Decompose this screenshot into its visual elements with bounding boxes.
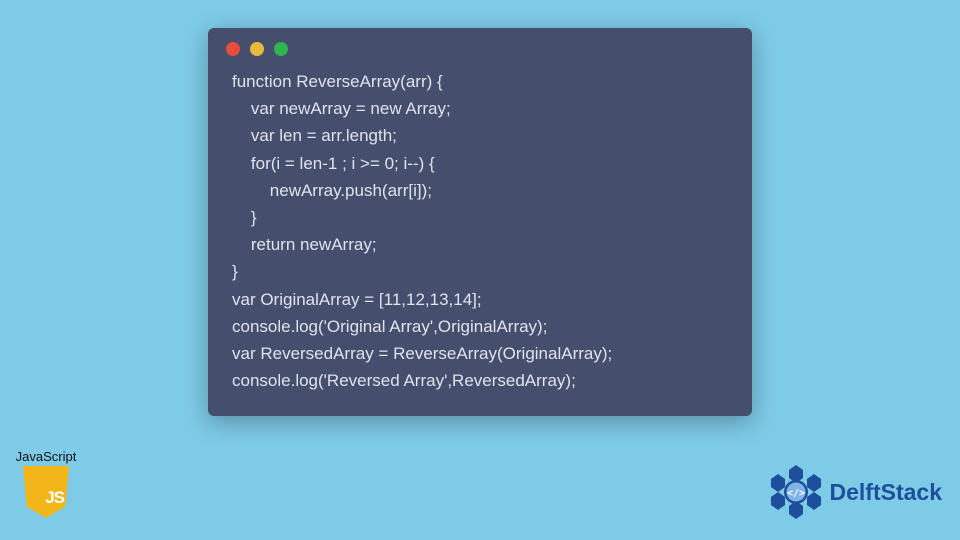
javascript-icon-text: JS (45, 488, 64, 508)
code-window: function ReverseArray(arr) { var newArra… (208, 28, 752, 416)
code-block: function ReverseArray(arr) { var newArra… (208, 66, 752, 402)
window-traffic-lights (208, 28, 752, 66)
javascript-badge: JavaScript JS (10, 449, 82, 518)
delftstack-badge: </> DelftStack (768, 464, 942, 520)
traffic-light-red-icon (226, 42, 240, 56)
traffic-light-yellow-icon (250, 42, 264, 56)
javascript-shield-icon: JS (23, 466, 69, 518)
delftstack-logo-icon: </> (768, 464, 824, 520)
delftstack-label: DelftStack (830, 479, 942, 506)
svg-text:</>: </> (786, 488, 804, 499)
traffic-light-green-icon (274, 42, 288, 56)
javascript-label: JavaScript (10, 449, 82, 464)
